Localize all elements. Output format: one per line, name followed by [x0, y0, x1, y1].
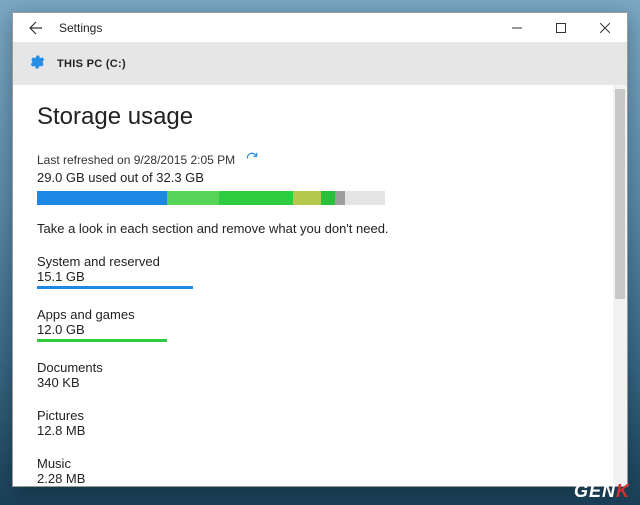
category-bar	[37, 286, 193, 289]
category-size: 12.0 GB	[37, 322, 167, 337]
category-name: Apps and games	[37, 307, 167, 322]
category-item[interactable]: Documents340 KB	[37, 360, 103, 390]
watermark: GENK	[574, 481, 630, 502]
close-icon	[600, 23, 610, 33]
category-name: Documents	[37, 360, 103, 375]
category-item[interactable]: System and reserved15.1 GB	[37, 254, 193, 289]
last-refreshed-text: Last refreshed on 9/28/2015 2:05 PM	[37, 153, 235, 167]
category-item[interactable]: Pictures12.8 MB	[37, 408, 85, 438]
storage-segment	[321, 191, 335, 205]
last-refreshed-line: Last refreshed on 9/28/2015 2:05 PM	[37, 151, 589, 168]
category-size: 15.1 GB	[37, 269, 193, 284]
category-name: System and reserved	[37, 254, 193, 269]
category-bar	[37, 339, 167, 342]
scrollbar[interactable]	[613, 85, 627, 486]
close-button[interactable]	[583, 13, 627, 43]
category-size: 2.28 MB	[37, 471, 85, 486]
category-item[interactable]: Music2.28 MB	[37, 456, 85, 486]
storage-segment	[37, 191, 167, 205]
category-size: 12.8 MB	[37, 423, 85, 438]
titlebar: Settings	[13, 13, 627, 43]
minimize-button[interactable]	[495, 13, 539, 43]
breadcrumb-header: THIS PC (C:)	[13, 43, 627, 85]
back-button[interactable]	[13, 13, 59, 43]
category-item[interactable]: Apps and games12.0 GB	[37, 307, 167, 342]
hint-text: Take a look in each section and remove w…	[37, 221, 589, 236]
watermark-part1: GEN	[574, 481, 616, 501]
gear-icon	[27, 53, 45, 76]
category-size: 340 KB	[37, 375, 103, 390]
maximize-button[interactable]	[539, 13, 583, 43]
window-title: Settings	[59, 21, 495, 35]
category-list: System and reserved15.1 GB Apps and games…	[37, 254, 589, 486]
window-controls	[495, 13, 627, 43]
storage-segment	[167, 191, 219, 205]
storage-total-bar	[37, 191, 385, 205]
page-heading: Storage usage	[37, 103, 589, 131]
arrow-left-icon	[28, 20, 44, 36]
watermark-part2: K	[616, 481, 630, 501]
storage-segment	[293, 191, 321, 205]
category-name: Pictures	[37, 408, 85, 423]
storage-segment	[335, 191, 345, 205]
minimize-icon	[512, 23, 522, 33]
storage-segment	[219, 191, 293, 205]
content-area: Storage usage Last refreshed on 9/28/201…	[13, 85, 627, 486]
drive-name: THIS PC (C:)	[57, 58, 126, 70]
refresh-button[interactable]	[245, 151, 259, 168]
settings-window: Settings THIS PC (C:) Storage usage Last…	[12, 12, 628, 487]
maximize-icon	[556, 23, 566, 33]
category-name: Music	[37, 456, 85, 471]
used-summary: 29.0 GB used out of 32.3 GB	[37, 170, 589, 185]
content: Storage usage Last refreshed on 9/28/201…	[13, 85, 613, 486]
scrollbar-thumb[interactable]	[615, 89, 625, 299]
refresh-icon	[245, 151, 259, 165]
